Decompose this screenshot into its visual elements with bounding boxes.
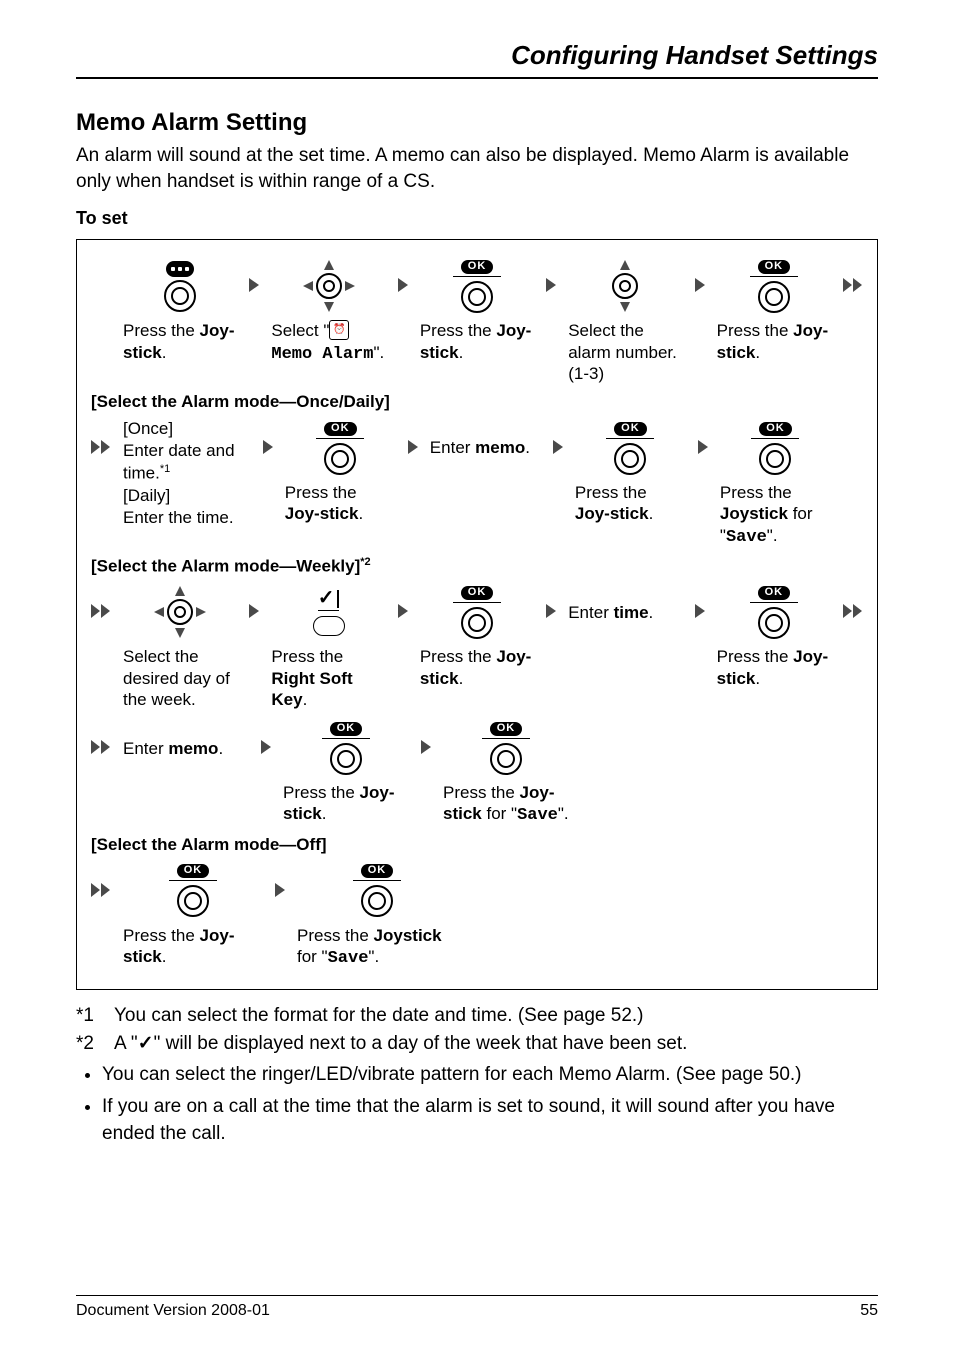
ok-icon: OK — [177, 864, 210, 878]
arrow-icon — [249, 604, 259, 618]
fn1-key: *1 — [76, 1002, 104, 1030]
row-3: Select the desired day of the week. ✓ Pr… — [91, 582, 863, 710]
arrow-icon — [263, 440, 273, 454]
section-title: Memo Alarm Setting — [76, 109, 878, 137]
row-1: Press the Joy-stick. Select "⏰Memo Alarm… — [91, 256, 863, 384]
running-header: Configuring Handset Settings — [76, 40, 878, 79]
arrow-icon — [695, 278, 705, 292]
joystick-icon — [324, 443, 356, 475]
step-enter-memo-2: Enter memo. — [123, 718, 249, 820]
step-menu: Press the Joy-stick. — [123, 256, 237, 363]
ok-icon: OK — [758, 260, 791, 274]
joystick-icon — [490, 743, 522, 775]
joystick-icon — [177, 885, 209, 917]
step-enter-time: Enter time. — [568, 582, 682, 684]
procedure-box: Press the Joy-stick. Select "⏰Memo Alarm… — [76, 239, 878, 990]
ok-icon: OK — [461, 260, 494, 274]
row-2: [Once] Enter date and time.*1 [Daily] En… — [91, 418, 863, 548]
joystick-icon — [461, 607, 493, 639]
joystick-icon — [164, 280, 196, 312]
row-4: Enter memo. OK Press the Joy-stick. — [91, 718, 863, 827]
once-daily-header: [Select the Alarm mode—Once/Daily] — [91, 392, 863, 412]
page: Configuring Handset Settings Memo Alarm … — [0, 0, 954, 1352]
step-ok-save-3: OK Press the Joystick for "Save". — [297, 861, 457, 970]
arrow-icon — [261, 740, 271, 754]
page-footer: Document Version 2008-01 55 — [76, 1295, 878, 1320]
arrow-icon — [408, 440, 418, 454]
weekly-header: [Select the Alarm mode—Weekly]*2 — [91, 556, 863, 577]
ok-icon: OK — [324, 422, 357, 436]
step-select-number: Select the alarm number. (1-3) — [568, 256, 682, 384]
step-ok-4: OK Press the Joy-stick. — [575, 418, 686, 525]
arrow-icon — [698, 440, 708, 454]
arrow-icon — [249, 278, 259, 292]
ok-icon: OK — [759, 422, 792, 436]
step-ok-1: OK Press the Joy-stick. — [420, 256, 534, 363]
joystick-icon — [758, 607, 790, 639]
to-set-heading: To set — [76, 208, 878, 229]
step-ok-5: OK Press the Joy-stick. — [420, 582, 534, 689]
row-5: OK Press the Joy-stick. OK Press the — [91, 861, 863, 970]
arrow-icon — [695, 604, 705, 618]
step-once-daily-input: [Once] Enter date and time.*1 [Daily] En… — [123, 418, 251, 529]
arrow-icon — [398, 278, 408, 292]
arrow-icon — [546, 278, 556, 292]
navigate-icon — [152, 584, 208, 640]
ok-icon: OK — [758, 586, 791, 600]
navigate-icon — [301, 258, 357, 314]
step-ok-6: OK Press the Joy-stick. — [717, 582, 831, 689]
step-ok-8: OK Press the Joy-stick. — [123, 861, 263, 968]
continue-icon — [91, 883, 113, 897]
ok-icon: OK — [461, 586, 494, 600]
continue-icon — [843, 604, 862, 618]
fn2-key: *2 — [76, 1030, 104, 1058]
arrow-icon — [553, 440, 563, 454]
ok-icon: OK — [330, 722, 363, 736]
page-number: 55 — [860, 1302, 878, 1320]
menu-icon — [166, 261, 194, 277]
step-ok-save-1: OK Press the Joystick for "Save". — [720, 418, 831, 548]
updown-icon — [597, 258, 653, 314]
off-header: [Select the Alarm mode—Off] — [91, 835, 863, 855]
arrow-icon — [546, 604, 556, 618]
check-icon: ✓ — [138, 1033, 154, 1054]
alarm-menu-icon: ⏰ — [329, 320, 349, 340]
doc-version: Document Version 2008-01 — [76, 1302, 270, 1320]
note-item: If you are on a call at the time that th… — [102, 1093, 878, 1148]
step-ok-3: OK Press the Joy-stick. — [285, 418, 396, 525]
joystick-icon — [758, 281, 790, 313]
step-select-day: Select the desired day of the week. — [123, 582, 237, 710]
joystick-icon — [614, 443, 646, 475]
joystick-icon — [461, 281, 493, 313]
step-enter-memo-1: Enter memo. — [430, 418, 541, 520]
fn2-text: A "✓" will be displayed next to a day of… — [114, 1030, 687, 1058]
arrow-icon — [421, 740, 431, 754]
continue-icon — [843, 278, 862, 292]
joystick-icon — [759, 443, 791, 475]
step-navigate: Select "⏰Memo Alarm". — [271, 256, 385, 365]
continue-icon — [91, 440, 113, 454]
note-item: You can select the ringer/LED/vibrate pa… — [102, 1061, 878, 1089]
joystick-icon — [361, 885, 393, 917]
fn1-text: You can select the format for the date a… — [114, 1002, 644, 1030]
footnotes: *1 You can select the format for the dat… — [76, 1002, 878, 1148]
step-right-softkey: ✓ Press the Right Soft Key. — [271, 582, 385, 710]
section-intro: An alarm will sound at the set time. A m… — [76, 143, 878, 194]
ok-icon: OK — [490, 722, 523, 736]
step-ok-2: OK Press the Joy-stick. — [717, 256, 831, 363]
arrow-icon — [398, 604, 408, 618]
arrow-icon — [275, 883, 285, 897]
ok-icon: OK — [614, 422, 647, 436]
joystick-icon — [330, 743, 362, 775]
continue-icon — [91, 740, 113, 754]
step-ok-7: OK Press the Joy-stick. — [283, 718, 409, 825]
continue-icon — [91, 604, 113, 618]
right-softkey-icon: ✓ — [313, 588, 345, 636]
notes-list: You can select the ringer/LED/vibrate pa… — [76, 1061, 878, 1148]
step-ok-save-2: OK Press the Joy-stick for "Save". — [443, 718, 569, 827]
ok-icon: OK — [361, 864, 394, 878]
